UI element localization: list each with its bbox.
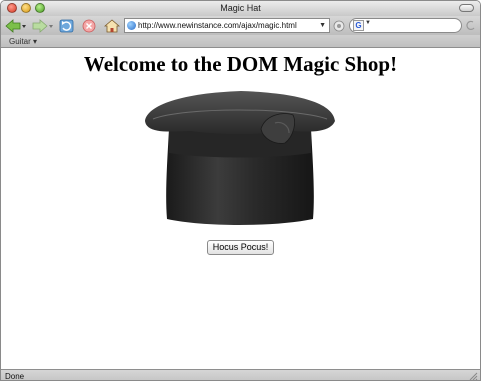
page-title: Welcome to the DOM Magic Shop!: [83, 52, 398, 76]
window-controls: [7, 3, 45, 13]
back-button[interactable]: [5, 18, 27, 33]
browser-window: Magic Hat http://www.newinstance.com/aja…: [0, 0, 481, 381]
magic-hat-image: [145, 91, 335, 225]
home-icon: [104, 18, 120, 32]
close-window-button[interactable]: [7, 3, 17, 13]
zoom-window-button[interactable]: [35, 3, 45, 13]
reload-button[interactable]: [59, 18, 75, 33]
home-button[interactable]: [104, 18, 120, 33]
go-icon: [333, 20, 345, 31]
search-engine-icon[interactable]: G: [353, 20, 364, 31]
address-bar[interactable]: http://www.newinstance.com/ajax/magic.ht…: [124, 18, 330, 33]
status-bar: Done: [1, 369, 480, 381]
search-engine-dropdown-icon[interactable]: ▼: [365, 20, 371, 26]
window-title: Magic Hat: [220, 3, 261, 13]
navigation-toolbar: http://www.newinstance.com/ajax/magic.ht…: [1, 16, 480, 35]
toolbar-toggle-button[interactable]: [459, 4, 474, 12]
forward-arrow-icon: [32, 18, 53, 33]
go-button[interactable]: [333, 18, 345, 33]
stop-button[interactable]: [82, 18, 98, 33]
minimize-window-button[interactable]: [21, 3, 31, 13]
search-field[interactable]: G ▼: [349, 18, 462, 33]
hocus-pocus-button[interactable]: Hocus Pocus!: [207, 240, 274, 255]
search-reload-button[interactable]: [465, 18, 477, 33]
page-content: Welcome to the DOM Magic Shop! Hocus Poc…: [1, 49, 480, 369]
forward-button[interactable]: [32, 18, 54, 33]
curved-arrow-icon: [466, 20, 475, 30]
reload-icon: [59, 19, 74, 32]
resize-grip-icon[interactable]: [468, 371, 478, 381]
address-text: http://www.newinstance.com/ajax/magic.ht…: [138, 21, 297, 30]
bookmarks-bar: Guitar ▾: [1, 35, 480, 48]
stop-icon: [82, 19, 96, 32]
bookmark-folder-guitar[interactable]: Guitar ▾: [9, 36, 37, 47]
title-bar: Magic Hat: [1, 1, 480, 16]
address-dropdown-icon[interactable]: ▼: [319, 19, 326, 32]
site-globe-icon: [127, 21, 136, 30]
back-arrow-icon: [5, 18, 26, 33]
status-text: Done: [5, 372, 25, 381]
